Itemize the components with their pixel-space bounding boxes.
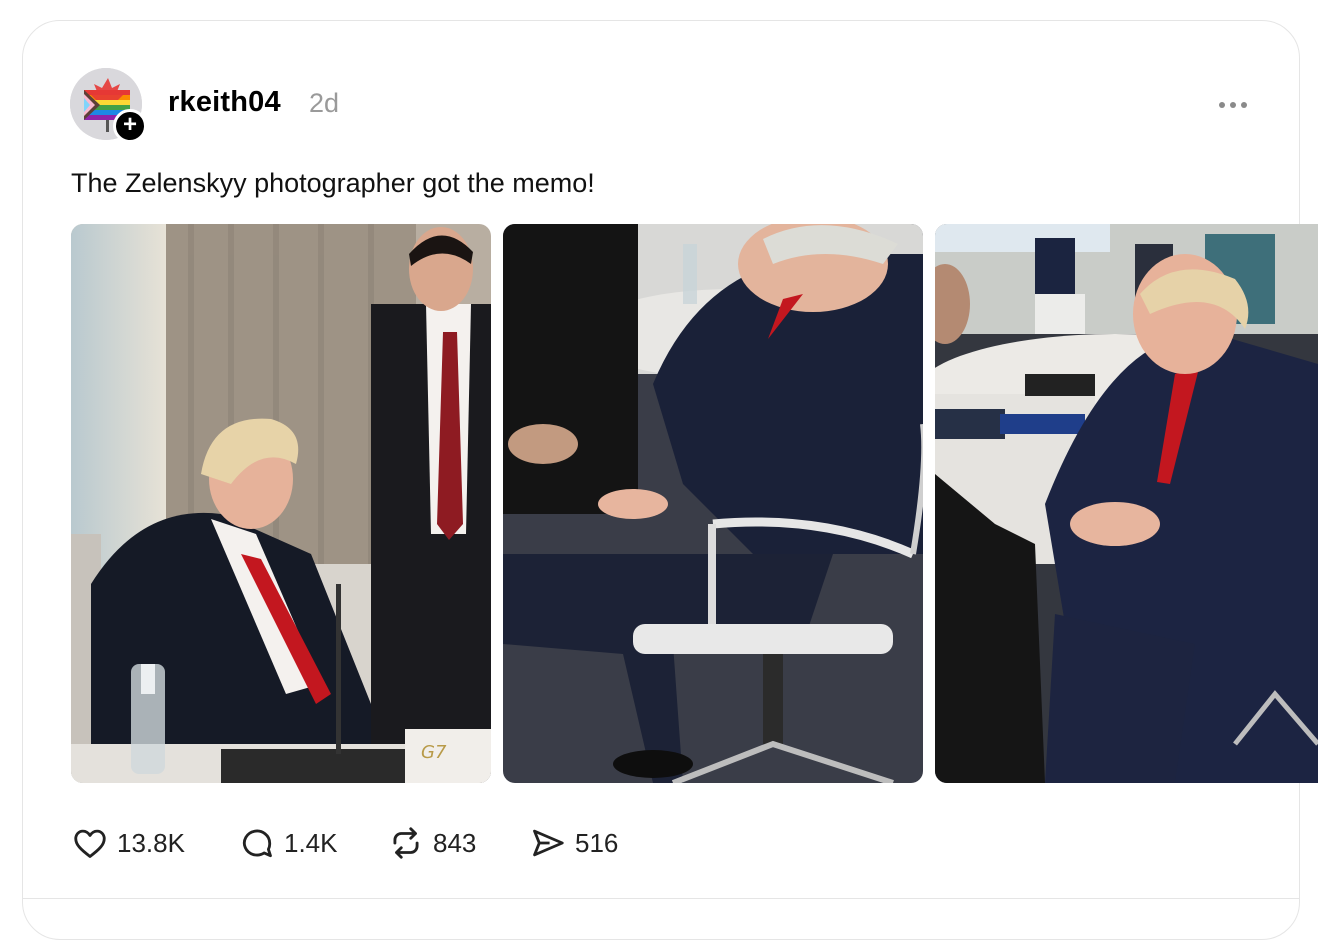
- more-options-button[interactable]: [1210, 88, 1256, 122]
- post-photo-2[interactable]: [503, 224, 923, 783]
- comment-icon: [242, 829, 272, 858]
- repost-count: 843: [433, 827, 477, 858]
- conversation-photo-image: [935, 224, 1318, 783]
- post-text: The Zelenskyy photographer got the memo!: [71, 168, 595, 198]
- follow-button[interactable]: +: [113, 109, 147, 143]
- like-button[interactable]: 13.8K: [71, 822, 185, 864]
- share-count: 516: [575, 827, 619, 858]
- more-dot-icon: [1230, 102, 1236, 108]
- share-button[interactable]: 516: [529, 822, 618, 864]
- reply-count: 1.4K: [284, 827, 338, 858]
- g7-logo-label: G7: [421, 742, 447, 763]
- chair-photo-image: [503, 224, 923, 783]
- send-icon: [533, 829, 564, 857]
- post-timestamp: 2d: [309, 88, 340, 118]
- more-dot-icon: [1219, 102, 1225, 108]
- post-photo-3[interactable]: [935, 224, 1318, 783]
- post-photo-1[interactable]: G7: [71, 224, 491, 783]
- heart-icon: [74, 829, 106, 858]
- username[interactable]: rkeith04: [168, 86, 281, 119]
- reply-button[interactable]: 1.4K: [238, 822, 338, 864]
- meeting-photo-image: G7: [71, 224, 491, 783]
- post-divider: [22, 898, 1300, 899]
- more-dot-icon: [1241, 102, 1247, 108]
- repost-button[interactable]: 843: [387, 822, 476, 864]
- repost-icon: [393, 827, 419, 859]
- like-count: 13.8K: [117, 827, 185, 858]
